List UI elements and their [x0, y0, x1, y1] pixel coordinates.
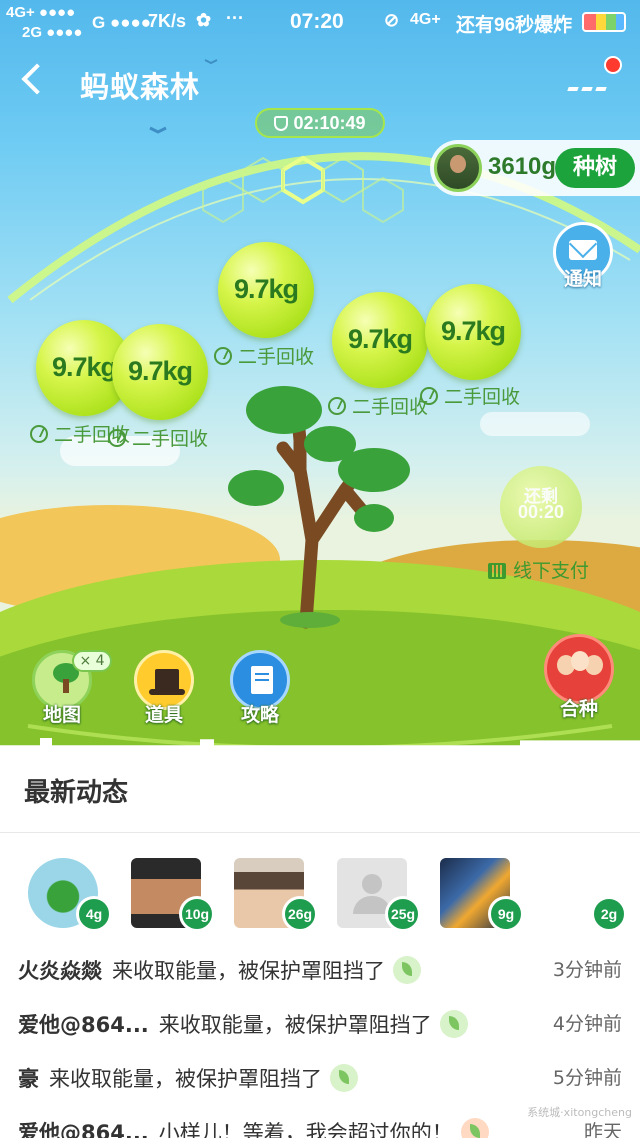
friend-avatar[interactable]: 10g: [131, 858, 215, 932]
feed-item-message: 来收取能量，被保护罩阻挡了: [49, 1067, 322, 1091]
feed-item-name[interactable]: 爱他@864...: [18, 1121, 149, 1138]
feed-divider: [0, 832, 640, 833]
signal-sim2: 2G ●●●●: [22, 24, 83, 41]
bubble-label: 二手回收: [420, 382, 520, 409]
energy-amount: 9.7kg: [440, 316, 506, 346]
friend-energy-badge: 4g: [76, 896, 112, 932]
app-notification-icon: ✿: [196, 10, 212, 30]
props-label: 道具: [144, 704, 183, 726]
shield-timer: 02:10:49: [255, 108, 385, 138]
friend-avatar[interactable]: 4g: [28, 858, 112, 932]
feed-item-time: 5分钟前: [552, 1067, 622, 1089]
friend-avatar[interactable]: 2g: [543, 858, 627, 932]
status-bar: 4G+ ●●●● 2G ●●●● G ●●●● 7K/s ✿ ··· 07:20…: [0, 0, 640, 44]
friend-avatar[interactable]: 25g: [337, 858, 421, 932]
bubble-label: 二手回收: [108, 424, 208, 451]
feed-item-time: 3分钟前: [552, 959, 622, 981]
mute-icon: ⊘: [384, 10, 400, 30]
cooperative-plant-button[interactable]: 合种: [542, 634, 616, 721]
feed-item-message: 小样儿！等着，我会超过你的！: [158, 1121, 453, 1138]
battery-icon: [582, 12, 626, 32]
bubble-label: 二手回收: [328, 392, 428, 419]
feed-item-name[interactable]: 火炎焱燚: [18, 959, 102, 983]
ant-forest-app: 4G+ ●●●● 2G ●●●● G ●●●● 7K/s ✿ ··· 07:20…: [0, 0, 640, 1138]
feed-item-time: 昨天: [583, 1121, 622, 1138]
energy-bubble[interactable]: 9.7kg: [425, 284, 521, 380]
cooperative-label: 合种: [559, 698, 598, 720]
bubble-label: 二手回收: [214, 342, 314, 369]
energy-bubble[interactable]: 9.7kg: [332, 292, 428, 388]
feed-title: 最新动态: [24, 778, 129, 808]
energy-leaf-icon: [439, 1010, 468, 1038]
more-menu-icon[interactable]: [567, 76, 612, 91]
notice-label: 通知: [563, 268, 602, 290]
energy-amount: 9.7kg: [347, 324, 413, 354]
energy-amount: 9.7kg: [127, 356, 193, 386]
energy-leaf-icon: [393, 956, 421, 984]
feed-item[interactable]: 爱他@864... 来收取能量，被保护罩阻挡了 4分钟前: [18, 1009, 628, 1049]
signal-sim3: G ●●●●: [92, 13, 152, 32]
friend-energy-badge: 26g: [282, 896, 318, 932]
payment-icon: [488, 563, 506, 579]
feed-item-time: 4分钟前: [552, 1013, 622, 1035]
forest-scene: 4G+ ●●●● 2G ●●●● G ●●●● 7K/s ✿ ··· 07:20…: [0, 0, 640, 750]
friend-energy-badge: 10g: [179, 896, 215, 932]
pending-countdown: 00:20: [517, 502, 565, 522]
notice-button[interactable]: 通知: [553, 222, 613, 290]
plant-tree-button[interactable]: 种树: [555, 148, 635, 188]
feed-item[interactable]: 豪来收取能量，被保护罩阻挡了 5分钟前: [18, 1063, 628, 1103]
recycle-icon: [328, 397, 346, 415]
recycle-icon: [420, 387, 438, 405]
shield-timer-value: 02:10:49: [293, 113, 366, 133]
user-energy-panel: 3610g 种树: [430, 140, 640, 196]
tree-count-badge: × 4: [72, 650, 112, 672]
pending-label: 线下支付: [488, 556, 589, 583]
more-notifications-icon: ···: [226, 8, 244, 28]
emoji-icon: [460, 1118, 489, 1138]
user-avatar[interactable]: [434, 144, 482, 192]
page-title: 蚂蚁森林: [80, 70, 201, 104]
guide-button[interactable]: 攻略: [224, 650, 296, 727]
feed-item-message: 来收取能量，被保护罩阻挡了: [158, 1013, 432, 1037]
friend-energy-badge: 25g: [385, 896, 421, 932]
feed-item-message: 来收取能量，被保护罩阻挡了: [112, 959, 385, 983]
energy-bubble[interactable]: 9.7kg: [218, 242, 314, 338]
friend-avatar[interactable]: 9g: [440, 858, 524, 932]
bomb-countdown: 还有96秒爆炸: [456, 15, 573, 36]
feed-item[interactable]: 爱他@864... 小样儿！等着，我会超过你的！ 昨天: [18, 1117, 628, 1138]
watermark: 系统城·xitongcheng: [527, 1106, 632, 1119]
energy-leaf-icon: [330, 1064, 358, 1092]
pending-energy-bubble[interactable]: 还剩 00:20: [500, 466, 582, 548]
friend-avatar[interactable]: 26g: [234, 858, 318, 932]
map-label: 地图: [42, 704, 81, 726]
network-type: 4G+: [410, 11, 441, 28]
total-energy: 3610g: [488, 153, 557, 180]
feed-item-name[interactable]: 豪: [18, 1067, 39, 1091]
shield-icon: [274, 116, 289, 131]
feed-item-name[interactable]: 爱他@864...: [18, 1013, 149, 1037]
feed-panel: 最新动态 4g 10g 26g 25g 9g 2g 火炎焱燚 来收取能量，被保护…: [0, 750, 640, 1138]
feed-item[interactable]: 火炎焱燚 来收取能量，被保护罩阻挡了 3分钟前: [18, 955, 628, 995]
signal-sim1: 4G+ ●●●●: [6, 4, 76, 21]
clock: 07:20: [290, 10, 344, 33]
energy-bubble[interactable]: 9.7kg: [112, 324, 208, 420]
guide-label: 攻略: [240, 704, 279, 726]
friend-energy-badge: 2g: [591, 896, 627, 932]
friend-energy-badge: 9g: [488, 896, 524, 932]
network-speed: 7K/s: [148, 11, 187, 31]
envelope-icon: [569, 240, 597, 260]
recycle-icon: [108, 429, 126, 447]
recycle-icon: [214, 347, 232, 365]
recycle-icon: [30, 425, 48, 443]
energy-amount: 9.7kg: [233, 274, 299, 304]
props-button[interactable]: 道具: [128, 650, 200, 727]
unread-dot: [604, 56, 622, 74]
back-arrow-icon[interactable]: [21, 63, 53, 95]
